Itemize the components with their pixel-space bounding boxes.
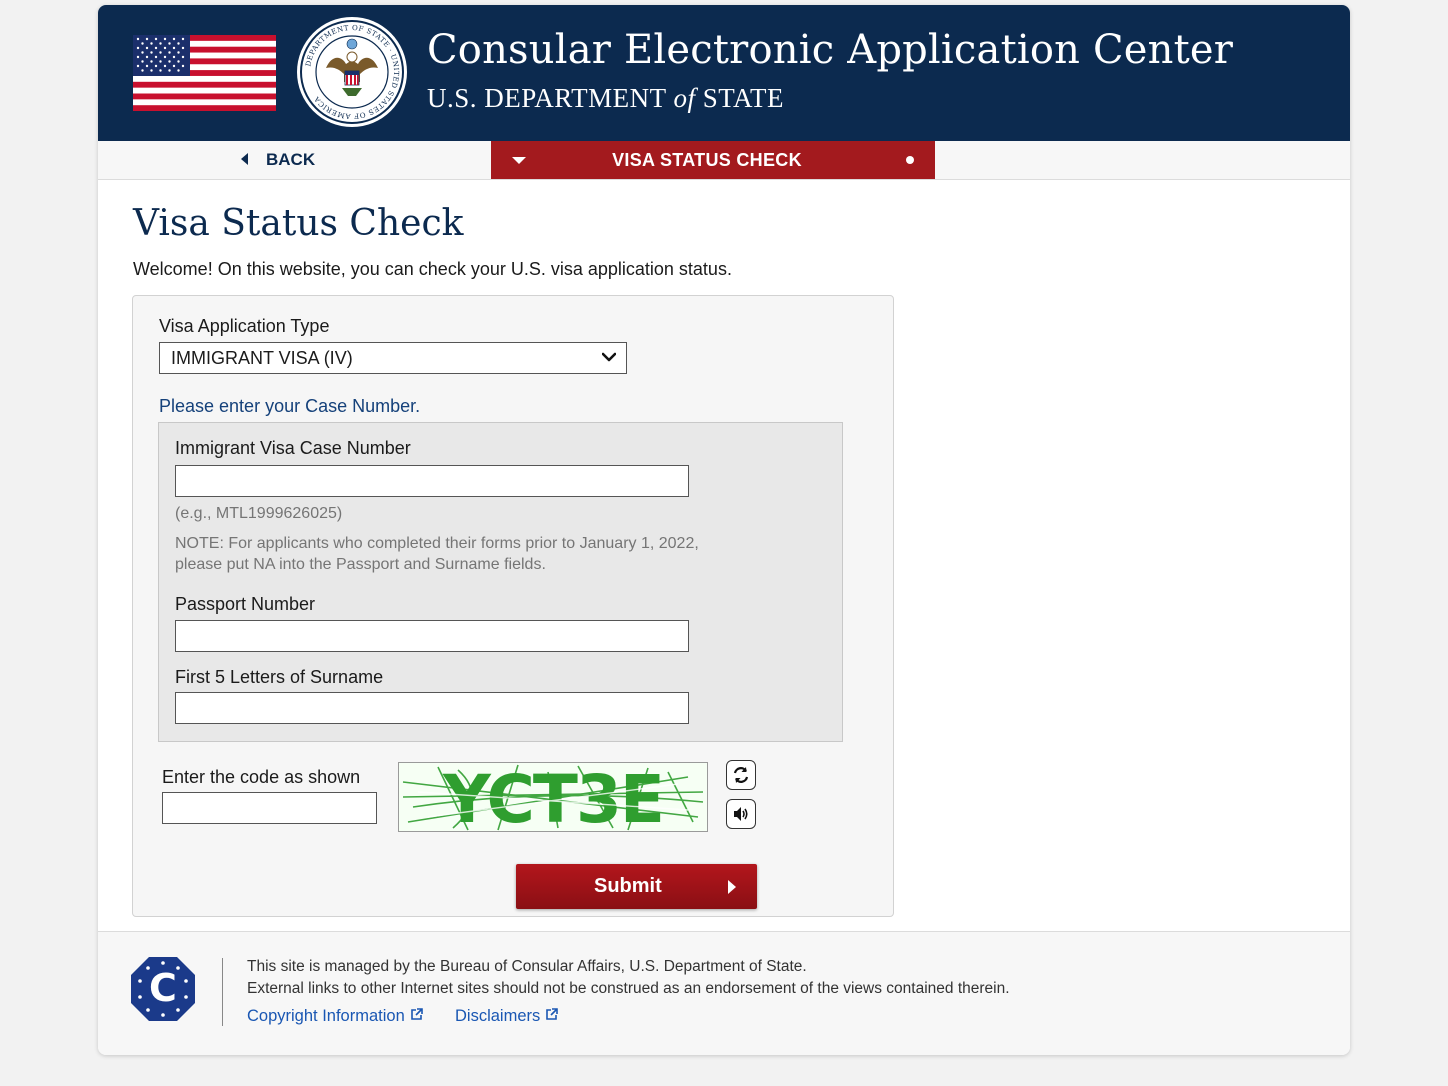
dot-icon [906,156,914,164]
external-link-icon [546,1008,559,1020]
visa-type-selected: IMMIGRANT VISA (IV) [171,348,353,368]
disclaimers-link-label: Disclaimers [455,1007,541,1025]
svg-text:C: C [149,966,177,1010]
note-line-2: please put NA into the Passport and Surn… [175,556,546,573]
audio-captcha-button[interactable] [726,799,756,829]
visa-type-label: Visa Application Type [159,316,330,336]
status-check-form: Visa Application Type IMMIGRANT VISA (IV… [132,295,894,917]
us-flag-icon [133,35,276,111]
refresh-captcha-button[interactable] [726,760,756,790]
surname-label: First 5 Letters of Surname [175,667,384,687]
submit-button[interactable]: Submit [516,864,757,909]
department-of-state-seal-icon: DEPARTMENT OF STATE · UNITED STATES OF A… [297,17,407,127]
note-line-1: NOTE: For applicants who completed their… [175,535,699,552]
caret-left-icon [241,152,248,165]
copyright-link[interactable]: Copyright Information [247,1007,423,1026]
page-title: Visa Status Check [133,203,464,244]
arrow-right-icon [728,880,736,894]
visa-type-select[interactable]: IMMIGRANT VISA (IV) [159,342,627,374]
footer-managed-text: This site is managed by the Bureau of Co… [247,958,807,975]
footer-disclaimer-text: External links to other Internet sites s… [247,980,1010,997]
speaker-icon [734,807,748,821]
disclaimers-link[interactable]: Disclaimers [455,1007,559,1026]
case-number-label: Immigrant Visa Case Number [175,438,411,458]
header-banner: DEPARTMENT OF STATE · UNITED STATES OF A… [98,5,1350,141]
department-name: U.S. DEPARTMENT of STATE [427,83,785,113]
submit-label: Submit [594,875,662,897]
external-link-icon [410,1008,423,1020]
case-number-example: (e.g., MTL1999626025) [175,505,343,522]
consular-affairs-logo-icon: C [131,957,195,1021]
case-number-prompt: Please enter your Case Number. [159,396,421,416]
site-title: Consular Electronic Application Center [427,27,1234,73]
active-tab-label: VISA STATUS CHECK [612,150,802,170]
chevron-down-icon [602,352,616,362]
welcome-text: Welcome! On this website, you can check … [133,259,732,279]
captcha-input[interactable] [162,792,377,824]
nav-bar: BACK VISA STATUS CHECK [98,141,1350,180]
passport-number-label: Passport Number [175,594,316,614]
page-card: DEPARTMENT OF STATE · UNITED STATES OF A… [98,5,1350,1055]
case-number-input[interactable] [175,465,689,497]
captcha-label: Enter the code as shown [162,767,361,787]
visa-status-check-tab[interactable]: VISA STATUS CHECK [491,141,935,179]
back-label: BACK [266,150,316,169]
passport-number-input[interactable] [175,620,689,652]
refresh-icon [733,767,749,783]
copyright-link-label: Copyright Information [247,1007,405,1025]
back-button[interactable]: BACK [241,141,315,179]
footer: C This site is managed by the Bureau of … [98,931,1350,1055]
captcha-code: YCT3E [442,762,663,832]
footer-divider [222,958,223,1026]
captcha-image: YCT3E [398,762,708,832]
surname-input[interactable] [175,692,689,724]
case-details-box: Immigrant Visa Case Number (e.g., MTL199… [158,422,843,742]
